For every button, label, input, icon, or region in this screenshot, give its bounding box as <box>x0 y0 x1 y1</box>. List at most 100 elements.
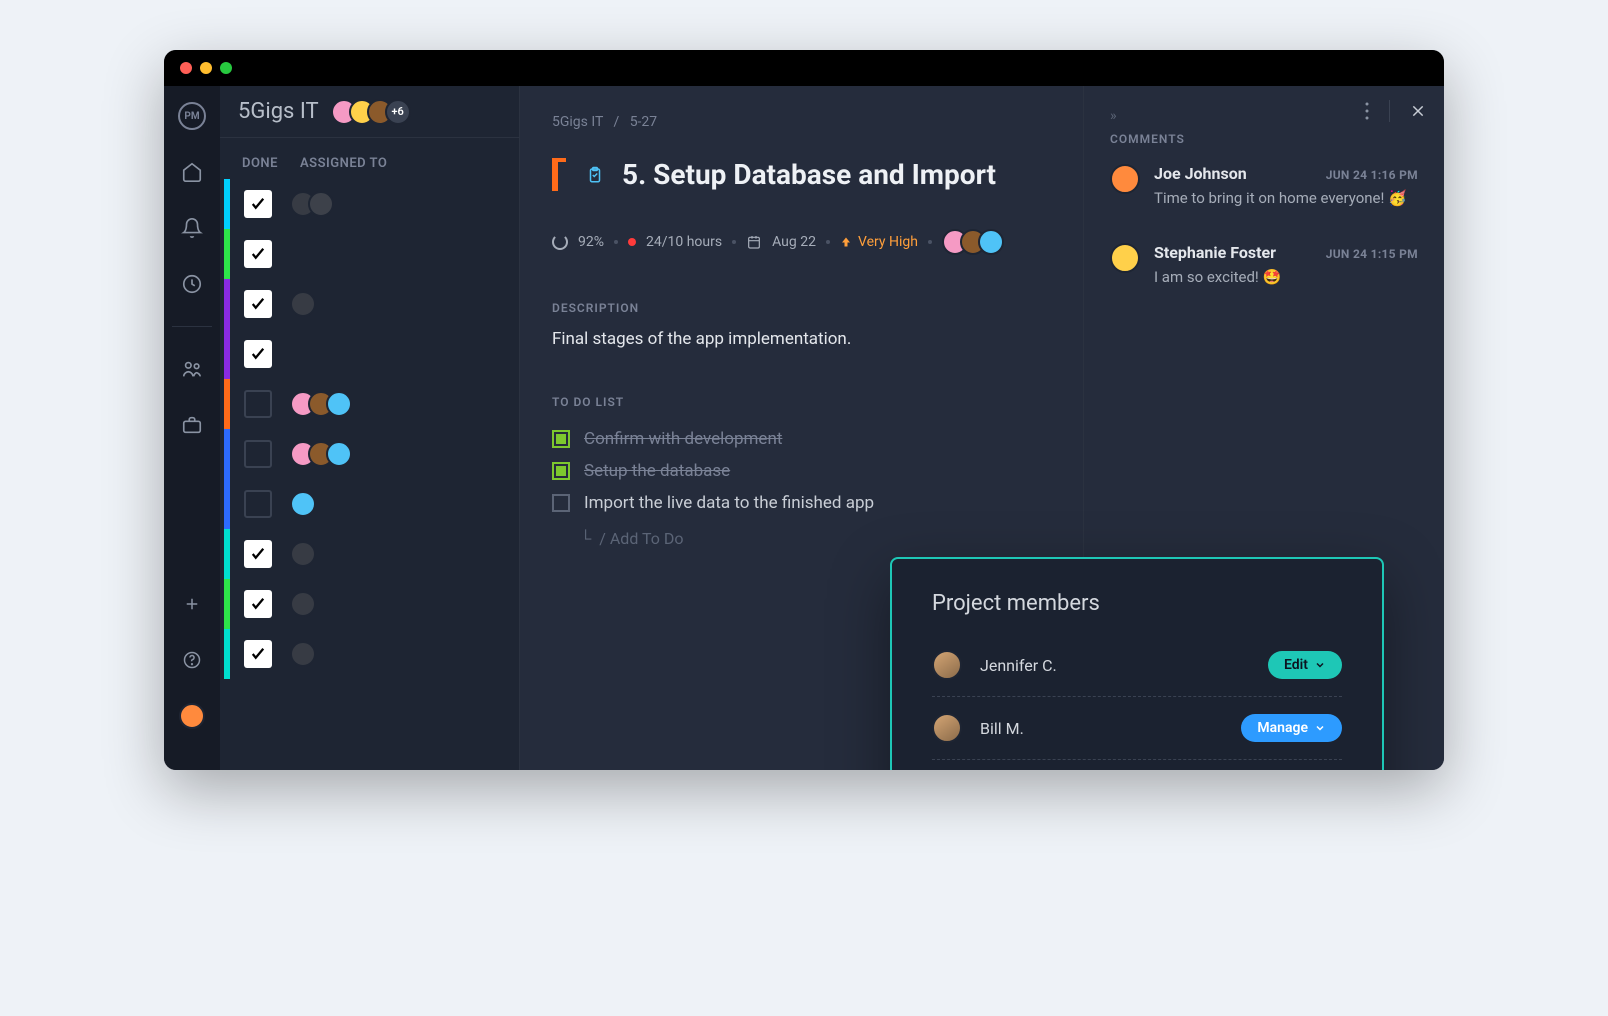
task-assignees <box>290 491 316 517</box>
comments-label: COMMENTS <box>1110 132 1418 146</box>
task-checkbox[interactable] <box>244 390 272 418</box>
comment-avatar <box>1110 164 1140 194</box>
todo-label: Confirm with development <box>584 429 782 449</box>
sidebar-divider <box>172 326 212 327</box>
task-assignees <box>290 191 334 217</box>
member-avatar <box>932 650 962 680</box>
member-row: Bill M. Manage <box>932 703 1342 753</box>
divider <box>932 759 1342 760</box>
divider <box>932 696 1342 697</box>
todo-checkbox[interactable] <box>552 462 570 480</box>
todo-item[interactable]: Confirm with development <box>552 423 1051 455</box>
app-logo[interactable]: PM <box>178 102 206 130</box>
task-assignees <box>290 291 316 317</box>
project-header: 5Gigs IT +6 <box>220 86 519 138</box>
maximize-window-button[interactable] <box>220 62 232 74</box>
member-role-select[interactable]: Edit <box>1268 651 1342 679</box>
header-actions <box>1365 100 1426 122</box>
member-name: Bill M. <box>980 719 1024 738</box>
task-checkbox[interactable] <box>244 190 272 218</box>
arrow-up-icon <box>840 236 852 248</box>
task-hours: 24/10 hours <box>646 234 722 250</box>
task-row[interactable] <box>224 379 519 429</box>
task-checkbox[interactable] <box>244 540 272 568</box>
todo-checkbox[interactable] <box>552 430 570 448</box>
description-label: DESCRIPTION <box>552 301 1051 315</box>
member-avatar <box>932 713 962 743</box>
todo-item[interactable]: Setup the database <box>552 455 1051 487</box>
task-priority: Very High <box>840 234 918 250</box>
todo-label: Setup the database <box>584 461 730 481</box>
task-checkbox[interactable] <box>244 240 272 268</box>
member-role-select[interactable]: Manage <box>1241 714 1342 742</box>
task-stripe <box>224 329 230 379</box>
comment-text: I am so excited! 🤩 <box>1154 268 1418 286</box>
close-icon[interactable] <box>1410 103 1426 119</box>
task-row[interactable] <box>224 329 519 379</box>
task-checkbox[interactable] <box>244 490 272 518</box>
comment-time: JUN 24 1:15 PM <box>1326 247 1418 261</box>
task-description: Final stages of the app implementation. <box>552 329 1051 349</box>
project-avatars[interactable]: +6 <box>331 99 411 125</box>
add-icon[interactable] <box>178 590 206 618</box>
task-assignees <box>290 541 316 567</box>
task-assignees <box>290 391 352 417</box>
task-row[interactable] <box>224 479 519 529</box>
sidebar-iconbar: PM <box>164 86 220 770</box>
task-stripe <box>224 229 230 279</box>
comment-text: Time to bring it on home everyone! 🥳 <box>1154 189 1418 207</box>
task-assignees <box>290 441 352 467</box>
home-icon[interactable] <box>178 158 206 186</box>
task-due: Aug 22 <box>772 234 816 250</box>
progress-icon <box>552 234 568 250</box>
todo-label: Import the live data to the finished app <box>584 493 874 513</box>
clipboard-icon <box>586 164 604 186</box>
task-checkbox[interactable] <box>244 340 272 368</box>
chevron-down-icon <box>1314 722 1326 734</box>
member-name: Jennifer C. <box>980 656 1057 675</box>
task-list[interactable] <box>220 179 519 679</box>
task-row[interactable] <box>224 179 519 229</box>
task-row[interactable] <box>224 629 519 679</box>
task-stripe <box>224 279 230 329</box>
todo-checkbox[interactable] <box>552 494 570 512</box>
people-icon[interactable] <box>178 355 206 383</box>
task-stripe <box>224 579 230 629</box>
clock-icon[interactable] <box>178 270 206 298</box>
comment-avatar <box>1110 243 1140 273</box>
task-assignees[interactable] <box>942 229 1004 255</box>
task-checkbox[interactable] <box>244 640 272 668</box>
more-icon[interactable] <box>1365 102 1369 120</box>
help-icon[interactable] <box>178 646 206 674</box>
task-accent-bar <box>552 158 558 191</box>
bell-icon[interactable] <box>178 214 206 242</box>
avatar-overflow-badge[interactable]: +6 <box>385 99 411 125</box>
members-list: Jennifer C. Edit Bill M. Manage Adrian D… <box>932 640 1342 770</box>
task-list-pane: 5Gigs IT +6 DONE ASSIGNED TO <box>220 86 520 770</box>
current-user-avatar[interactable] <box>178 702 206 730</box>
briefcase-icon[interactable] <box>178 411 206 439</box>
breadcrumb[interactable]: 5Gigs IT / 5-27 <box>552 114 1051 130</box>
member-row: Jennifer C. Edit <box>932 640 1342 690</box>
task-checkbox[interactable] <box>244 440 272 468</box>
task-stripe <box>224 429 230 479</box>
task-checkbox[interactable] <box>244 290 272 318</box>
task-row[interactable] <box>224 229 519 279</box>
comment-author: Joe Johnson <box>1154 164 1247 183</box>
task-row[interactable] <box>224 529 519 579</box>
member-row: Adrian D. Collaborate <box>932 766 1342 770</box>
todo-item[interactable]: Import the live data to the finished app <box>552 487 1051 519</box>
task-stripe <box>224 479 230 529</box>
task-row[interactable] <box>224 279 519 329</box>
task-row[interactable] <box>224 579 519 629</box>
task-checkbox[interactable] <box>244 590 272 618</box>
task-progress: 92% <box>578 234 604 250</box>
task-meta: 92% 24/10 hours Aug 22 Very High <box>552 229 1051 255</box>
add-todo-button[interactable]: └ / Add To Do <box>580 529 1051 549</box>
task-stripe <box>224 629 230 679</box>
task-row[interactable] <box>224 429 519 479</box>
minimize-window-button[interactable] <box>200 62 212 74</box>
task-stripe <box>224 379 230 429</box>
close-window-button[interactable] <box>180 62 192 74</box>
todo-label: TO DO LIST <box>552 395 1051 409</box>
